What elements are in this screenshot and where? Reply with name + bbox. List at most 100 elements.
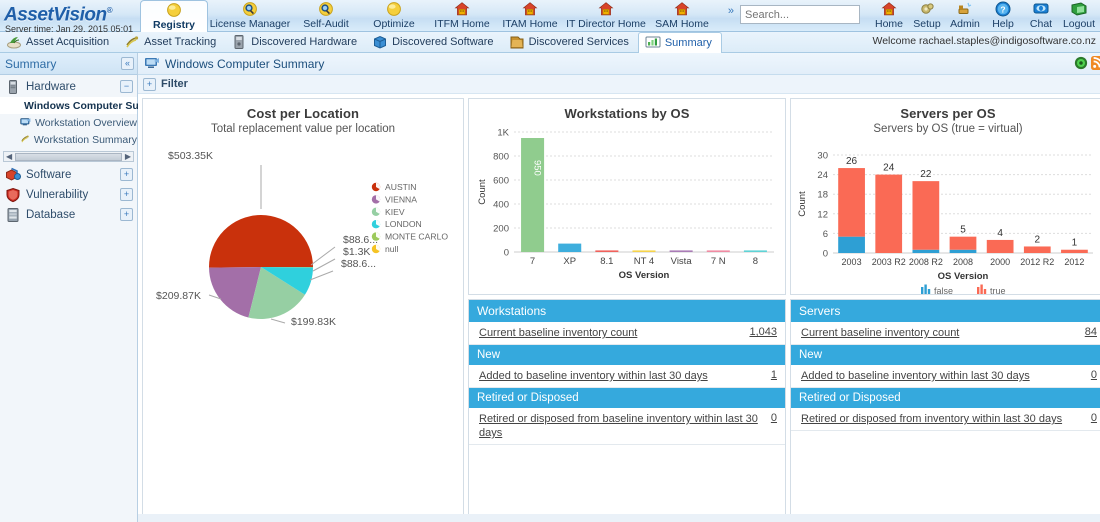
pie-legend-item[interactable]: LONDON <box>371 219 422 229</box>
x-tick-label: 2008 <box>953 257 973 267</box>
srv-bar-segment[interactable] <box>912 181 940 250</box>
sidebar-item-workstation-summary[interactable]: Workstation Summary <box>0 131 137 148</box>
panel-row-value[interactable]: 1 <box>763 369 777 381</box>
quick-button-help[interactable]: ? Help <box>984 0 1022 32</box>
scroll-thumb[interactable] <box>15 152 122 161</box>
pie-slice[interactable] <box>209 215 313 268</box>
pie-legend-item[interactable]: null <box>371 244 399 254</box>
y-tick-label: 24 <box>817 170 828 181</box>
sidebar-item-windows-computer-summary[interactable]: Windows Computer Summary <box>0 97 173 114</box>
srv-bar-segment[interactable] <box>949 249 977 253</box>
panel-row-link[interactable]: Added to baseline inventory within last … <box>801 369 1030 383</box>
pie-chart[interactable]: $503.35K$88.6...$1.3K$88.6...$199.83K$20… <box>143 147 463 397</box>
sidebar-group-toggle[interactable]: + <box>120 188 133 201</box>
pie-legend-item[interactable]: KIEV <box>371 207 405 217</box>
refresh-icon[interactable] <box>1074 56 1088 70</box>
subtab-asset-acquisition[interactable]: Asset Acquisition <box>0 32 118 53</box>
pie-legend-item[interactable]: VIENNA <box>371 194 417 204</box>
srv-bar-total-label: 24 <box>883 163 895 174</box>
search-input[interactable] <box>740 5 860 24</box>
ws-bar[interactable] <box>669 250 693 252</box>
ws-bar[interactable] <box>706 250 730 252</box>
tab-overflow-button[interactable]: » <box>726 5 740 27</box>
panel-row-value[interactable]: 0 <box>1083 369 1097 381</box>
pie-legend-item[interactable]: AUSTIN <box>371 182 417 192</box>
sidebar-group-toggle[interactable]: − <box>120 80 133 93</box>
srv-legend-item[interactable]: false <box>921 284 953 297</box>
tab-it-director-home[interactable]: IT Director Home <box>564 0 648 32</box>
tab-itam-home[interactable]: ITAM Home <box>496 0 564 32</box>
servers-summary-panel: Servers Current baseline inventory count 8… <box>790 299 1100 518</box>
pie-legend-item[interactable]: MONTE CARLO <box>371 232 449 242</box>
subtab-discovered-hardware[interactable]: Discovered Hardware <box>225 32 366 53</box>
quick-button-setup[interactable]: Setup <box>908 0 946 32</box>
sidebar-group-software[interactable]: Software + <box>0 165 137 185</box>
tab-label: Optimize <box>373 18 415 30</box>
tab-sam-home[interactable]: SAM Home <box>648 0 716 32</box>
tab-license-manager[interactable]: License Manager <box>208 0 292 32</box>
panel-row-link[interactable]: Retired or disposed from baseline invent… <box>479 412 763 440</box>
sidebar-group-hardware[interactable]: Hardware − <box>0 77 137 97</box>
subtab-asset-tracking[interactable]: Asset Tracking <box>118 32 225 53</box>
rss-icon[interactable] <box>1091 56 1100 70</box>
ws-bar[interactable] <box>632 250 656 252</box>
quick-button-chat[interactable]: Chat <box>1022 0 1060 32</box>
sidebar-group-database[interactable]: Database + <box>0 205 137 225</box>
sidebar-collapse-button[interactable]: « <box>121 57 134 70</box>
sidebar-group-toggle[interactable]: + <box>120 168 133 181</box>
x-tick-label: 7 <box>530 256 535 267</box>
quick-button-home[interactable]: Home <box>870 0 908 32</box>
quick-button-logout[interactable]: Logout <box>1060 0 1098 32</box>
subtab-summary[interactable]: Summary <box>637 31 722 53</box>
panel-row-link[interactable]: Added to baseline inventory within last … <box>479 369 708 383</box>
scroll-right-arrow[interactable]: ▶ <box>123 152 133 161</box>
sidebar-group-vulnerability[interactable]: Vulnerability + <box>0 185 137 205</box>
workstations-bar-chart[interactable]: 0 200 400 600 800 1K 950 7 XP 8.1 NT 4 Vista 7 N 8 OS … <box>469 124 785 294</box>
pie-legend-label: null <box>385 244 398 254</box>
subtab-discovered-services[interactable]: Discovered Services <box>503 32 638 53</box>
subtab-discovered-software[interactable]: Discovered Software <box>366 32 503 53</box>
srv-legend-item[interactable]: true <box>977 284 1006 297</box>
tab-self-audit[interactable]: Self-Audit <box>292 0 360 32</box>
y-tick-label: 0 <box>504 248 509 259</box>
tab-registry[interactable]: Registry <box>140 0 208 32</box>
filter-bar[interactable]: + Filter <box>138 75 1100 94</box>
sidebar-group-label: Software <box>26 169 72 181</box>
app-logo: AssetVision® <box>4 0 140 24</box>
y-tick-label: 200 <box>493 224 509 235</box>
filter-expand-button[interactable]: + <box>143 77 156 91</box>
panel-row-value[interactable]: 84 <box>1077 326 1097 338</box>
srv-bar-segment[interactable] <box>838 236 865 253</box>
horizontal-scroll-area[interactable] <box>138 514 1100 522</box>
tab-label: ITFM Home <box>434 18 490 30</box>
svg-text:?: ? <box>1000 5 1005 15</box>
panel-row-value[interactable]: 0 <box>763 412 777 424</box>
tab-optimize[interactable]: Optimize <box>360 0 428 32</box>
srv-bar-segment[interactable] <box>986 239 1014 253</box>
srv-legend: false true <box>921 284 1006 297</box>
quick-button-admin[interactable]: Admin <box>946 0 984 32</box>
panel-row: Retired or disposed from inventory withi… <box>791 408 1100 431</box>
panel-row-link[interactable]: Current baseline inventory count <box>479 326 637 340</box>
servers-bar-chart[interactable]: 0612182430262003242003 R2222008 R2520084… <box>791 141 1100 296</box>
ws-bar[interactable] <box>743 250 767 252</box>
panel-row-value[interactable]: 1,043 <box>741 326 777 338</box>
scroll-left-arrow[interactable]: ◀ <box>4 152 14 161</box>
panel-row-link[interactable]: Retired or disposed from inventory withi… <box>801 412 1062 426</box>
panel-row-link[interactable]: Current baseline inventory count <box>801 326 959 340</box>
sidebar-item-workstation-overview[interactable]: Workstation Overview <box>0 114 137 131</box>
srv-bar-segment[interactable] <box>1023 246 1051 253</box>
sidebar-group-toggle[interactable]: + <box>120 208 133 221</box>
srv-bar-segment[interactable] <box>875 174 903 253</box>
ws-bar[interactable] <box>521 138 545 252</box>
srv-bar-segment[interactable] <box>838 168 865 237</box>
panel-row-value[interactable]: 0 <box>1083 412 1097 424</box>
house-icon <box>881 2 897 16</box>
srv-bar-segment[interactable] <box>912 249 940 253</box>
sidebar-horizontal-scrollbar[interactable]: ◀ ▶ <box>3 151 134 162</box>
ws-bar[interactable] <box>595 250 619 252</box>
ws-bar[interactable] <box>558 243 582 252</box>
srv-bar-segment[interactable] <box>949 236 977 250</box>
tab-itfm-home[interactable]: ITFM Home <box>428 0 496 32</box>
srv-bar-segment[interactable] <box>1061 249 1088 253</box>
